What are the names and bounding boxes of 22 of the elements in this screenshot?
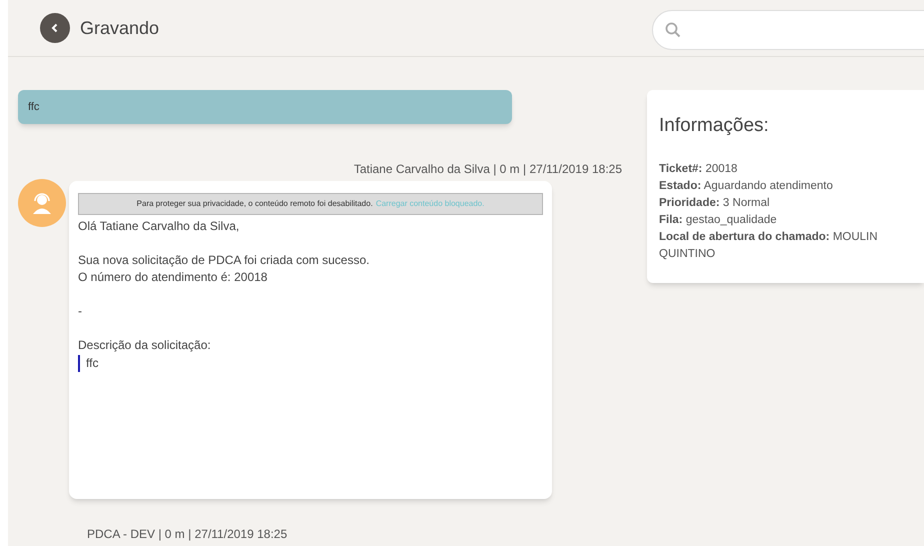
info-title: Informações: [659,114,770,138]
back-button[interactable] [40,13,70,43]
info-field: Ticket#: 20018 [659,160,916,178]
subject-bar: ffc [18,90,512,124]
next-message-meta: PDCA - DEV | 0 m | 27/11/2019 18:25 [87,526,288,543]
info-field: Prioridade: 3 Normal [659,194,916,212]
message-line: O número do atendimento é: 20018 [78,269,268,286]
search-field[interactable] [652,10,924,50]
info-field: Local de abertura do chamado: MOULIN QUINTINO [659,228,916,262]
privacy-text: Para proteger sua privacidade, o conteúdo remoto foi desabilitado. [136,198,373,210]
message-line: Olá Tatiane Carvalho da Silva, [78,218,240,235]
message-meta: Tatiane Carvalho da Silva | 0 m | 27/11/2019 18:25 [352,161,623,178]
load-content-link[interactable]: Carregar conteúdo bloqueado. [376,198,484,210]
quoted-text: ffc [78,355,543,372]
message-line: Sua nova solicitação de PDCA foi criada com sucesso. [78,252,370,269]
search-icon [665,22,681,38]
message-line: - [78,303,83,320]
chevron-left-icon [50,23,60,33]
page-title: Gravando [80,16,160,40]
info-field: Fila: gestao_qualidade [659,212,916,228]
info-field: Estado: Aguardando atendimento [659,178,916,194]
message-line: Descrição da solicitação: [78,337,212,354]
